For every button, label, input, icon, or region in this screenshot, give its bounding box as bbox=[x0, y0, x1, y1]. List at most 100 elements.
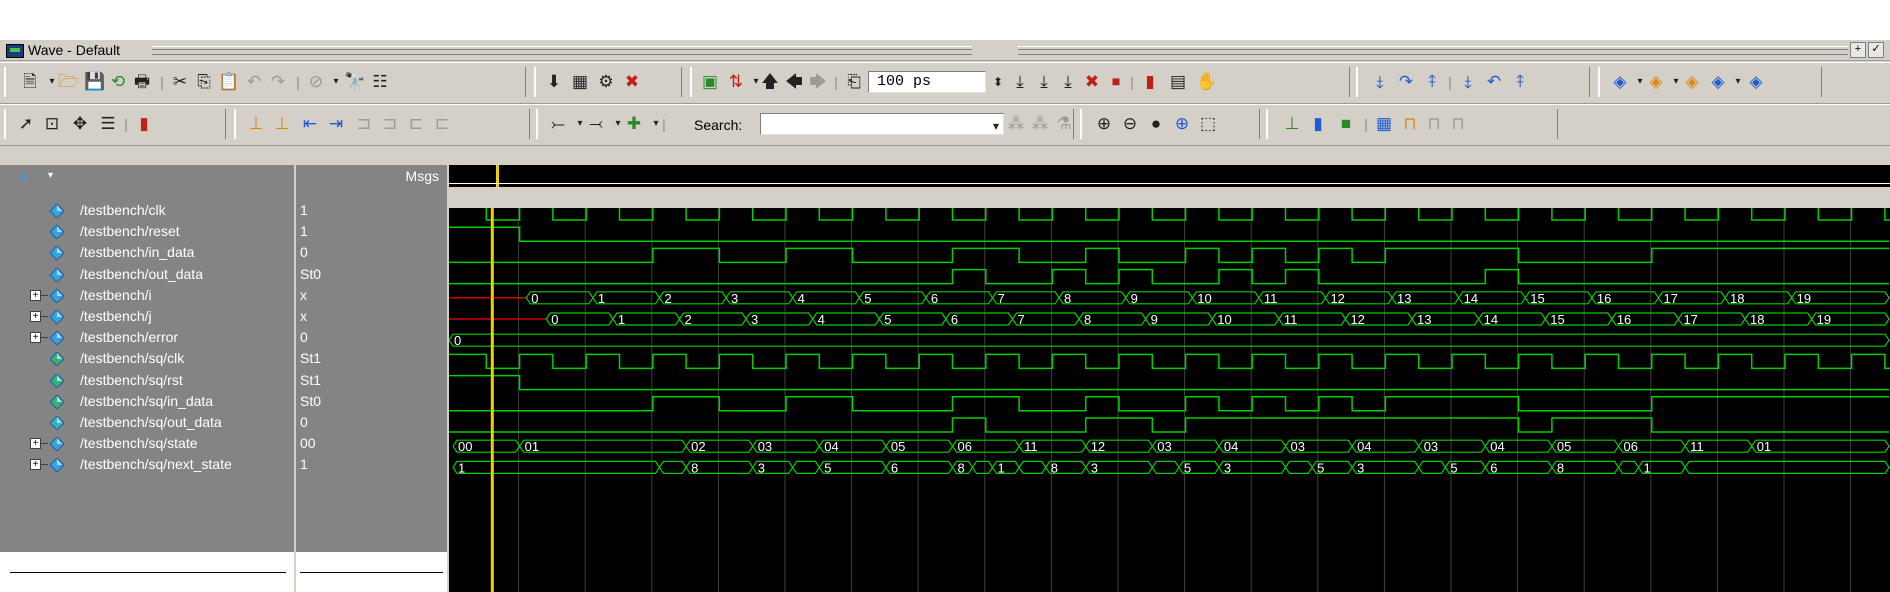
expand-toggle-icon[interactable]: + bbox=[30, 311, 48, 322]
signal-value-row[interactable]: x bbox=[300, 285, 445, 306]
signal-row[interactable]: /testbench/sq/out_data bbox=[0, 412, 294, 433]
stop-icon[interactable]: ✖ bbox=[1082, 72, 1102, 92]
collapse-signal-icon[interactable]: ⤙ bbox=[586, 114, 606, 134]
pan-mode-icon[interactable]: ✥ bbox=[70, 114, 90, 134]
format-icon[interactable]: ☷ bbox=[370, 72, 390, 92]
wave-collapse-icon[interactable]: ⊓ bbox=[1424, 114, 1444, 134]
layout1-icon[interactable]: ◈ bbox=[1610, 72, 1630, 92]
signal-value-row[interactable]: 0 bbox=[300, 242, 445, 263]
step-over-icon[interactable]: ↷ bbox=[1396, 72, 1416, 92]
layout4-icon[interactable]: ◈ bbox=[1708, 72, 1728, 92]
add-signal-icon[interactable]: ✚ bbox=[624, 114, 644, 134]
signal-row[interactable]: /testbench/sq/in_data bbox=[0, 391, 294, 412]
step-back2-icon[interactable]: ⤉ bbox=[1510, 72, 1530, 92]
break-sim-icon[interactable]: ✖ bbox=[622, 72, 642, 92]
signal-monitor-icon[interactable]: ▮ bbox=[134, 114, 154, 134]
next-rising-icon[interactable]: ⊏ bbox=[432, 114, 452, 134]
search-next-icon[interactable]: ⁂ bbox=[1030, 114, 1050, 134]
paste-icon[interactable]: 📋 bbox=[218, 72, 239, 92]
zoom-in-icon[interactable]: ⊕ bbox=[1094, 114, 1114, 134]
prev-falling-icon[interactable]: ⊐ bbox=[354, 114, 374, 134]
expand-toggle-icon[interactable]: + bbox=[30, 438, 48, 450]
search-prev-icon[interactable]: ⁂ bbox=[1006, 114, 1026, 134]
reload-icon[interactable]: ⟲ bbox=[108, 72, 128, 92]
signal-row[interactable]: /testbench/in_data bbox=[0, 242, 294, 263]
simulate-icon[interactable]: ⚙ bbox=[596, 72, 616, 92]
signal-value-row[interactable]: 1 bbox=[300, 221, 445, 242]
signal-row[interactable]: /testbench/sq/clk bbox=[0, 348, 294, 369]
undo-icon[interactable]: ↶ bbox=[244, 72, 264, 92]
expand-toggle-icon[interactable]: + bbox=[30, 289, 48, 301]
options-dropdown-icon[interactable]: ▾ bbox=[48, 170, 53, 181]
signal-value-row[interactable]: 1 bbox=[300, 200, 445, 221]
signal-value-row[interactable]: St0 bbox=[300, 391, 445, 412]
signal-row[interactable]: /testbench/out_data bbox=[0, 264, 294, 285]
open-icon[interactable]: 🗁 bbox=[58, 72, 79, 92]
signal-value-row[interactable]: x bbox=[300, 306, 445, 327]
insert-cursor-icon[interactable]: ⊥ bbox=[246, 114, 266, 134]
mem-icon[interactable]: ▤ bbox=[1168, 72, 1188, 92]
expand-toggle-icon[interactable]: + bbox=[30, 332, 48, 344]
select-pointer-icon[interactable]: ➚ bbox=[16, 114, 36, 134]
signal-row[interactable]: /testbench/reset bbox=[0, 221, 294, 242]
signal-row[interactable]: + /testbench/error bbox=[0, 327, 294, 348]
dock-button[interactable]: ✓ bbox=[1868, 42, 1884, 58]
undock-button[interactable]: + bbox=[1850, 42, 1866, 58]
hand-icon[interactable]: ✋ bbox=[1196, 72, 1217, 92]
break-red-icon[interactable]: ⏹ bbox=[1106, 72, 1126, 92]
new-icon[interactable]: 🗎 bbox=[20, 72, 40, 92]
break-icon[interactable]: ⊘ bbox=[306, 72, 326, 92]
run-length-field[interactable]: 100 ps bbox=[868, 71, 986, 93]
step-into-icon[interactable]: ⤈ bbox=[1458, 72, 1478, 92]
compile-icon[interactable]: ⬇ bbox=[544, 72, 564, 92]
run-length-icon[interactable]: ⎗ bbox=[844, 72, 864, 92]
signal-row[interactable]: + /testbench/j bbox=[0, 306, 294, 327]
forward-icon[interactable]: 🡆 bbox=[808, 72, 828, 92]
wave-mode-icon[interactable]: ⊓ bbox=[1448, 114, 1468, 134]
step-icon[interactable]: ⤈ bbox=[1370, 72, 1390, 92]
waveform-canvas[interactable]: 0 1 2 3 4 5 6 7 8 9 10 11 12 13 14 15 16 17 18 190 1 2 3 4 5 6 7 8 9… bbox=[449, 208, 1890, 592]
print-icon[interactable]: 🖶 bbox=[132, 72, 152, 92]
run-all-icon[interactable]: ⤓ bbox=[1058, 72, 1078, 92]
wave-event-icon[interactable]: ■ bbox=[1336, 114, 1356, 134]
back-icon[interactable]: 🡄 bbox=[784, 72, 804, 92]
signal-value-row[interactable]: St1 bbox=[300, 348, 445, 369]
run-icon[interactable]: ⤓ bbox=[1010, 72, 1030, 92]
signal-name-header[interactable]: ♦ ▾ bbox=[0, 165, 294, 187]
continue-icon[interactable]: ⤓ bbox=[1034, 72, 1054, 92]
signal-value-row[interactable]: 0 bbox=[300, 327, 445, 348]
step-out-icon[interactable]: ⤉ bbox=[1422, 72, 1442, 92]
delete-cursor-icon[interactable]: ⊥ bbox=[272, 114, 292, 134]
wave-options-icon[interactable]: ♦ bbox=[20, 168, 27, 184]
copy-icon[interactable]: ⎘ bbox=[194, 72, 214, 92]
step-back-icon[interactable]: ↶ bbox=[1484, 72, 1504, 92]
layout5-icon[interactable]: ◈ bbox=[1746, 72, 1766, 92]
signal-row[interactable]: + /testbench/i bbox=[0, 285, 294, 306]
signal-value-row[interactable]: St0 bbox=[300, 264, 445, 285]
zoom-full-icon[interactable]: ● bbox=[1146, 114, 1166, 134]
save-icon[interactable]: 💾 bbox=[84, 72, 105, 92]
next-edge-icon[interactable]: ⇥ bbox=[326, 114, 346, 134]
signal-row[interactable]: + /testbench/sq/state bbox=[0, 433, 294, 454]
wave-expand-icon[interactable]: ⊓ bbox=[1400, 114, 1420, 134]
spin-icon[interactable]: ⬍ bbox=[988, 72, 1008, 92]
signal-value-row[interactable]: 00 bbox=[300, 433, 445, 454]
signal-value-row[interactable]: 0 bbox=[300, 412, 445, 433]
zoom-mode-icon[interactable]: ⊡ bbox=[42, 114, 62, 134]
signal-row[interactable]: /testbench/sq/rst bbox=[0, 370, 294, 391]
layout2-icon[interactable]: ◈ bbox=[1646, 72, 1666, 92]
signal-row[interactable]: + /testbench/sq/next_state bbox=[0, 454, 294, 475]
signal-row[interactable]: /testbench/clk bbox=[0, 200, 294, 221]
perf-icon[interactable]: ▮ bbox=[1140, 72, 1160, 92]
zoom-out-icon[interactable]: ⊖ bbox=[1120, 114, 1140, 134]
redo-icon[interactable]: ↷ bbox=[268, 72, 288, 92]
zoom-area-icon[interactable]: ⬚ bbox=[1198, 114, 1218, 134]
next-falling-icon[interactable]: ⊐ bbox=[380, 114, 400, 134]
edit-mode-icon[interactable]: ☰ bbox=[98, 114, 118, 134]
prev-edge-icon[interactable]: ⇤ bbox=[300, 114, 320, 134]
wave-logic-icon[interactable]: ▮ bbox=[1308, 114, 1328, 134]
search-options-icon[interactable]: ⚗ bbox=[1054, 114, 1074, 134]
search-dropdown-icon[interactable]: ▾ bbox=[986, 116, 1006, 136]
cut-icon[interactable]: ✂ bbox=[170, 72, 190, 92]
compile-all-icon[interactable]: ▦ bbox=[570, 72, 590, 92]
